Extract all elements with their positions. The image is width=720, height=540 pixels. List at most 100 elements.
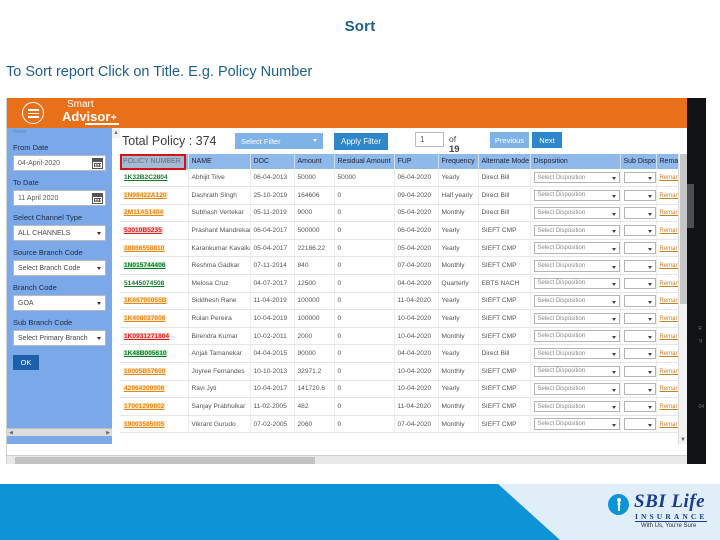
cell-policy-number[interactable]: 38866558810 (120, 239, 189, 258)
sub-branch-select[interactable]: Select Primary Branch (13, 330, 106, 346)
policy-number-link[interactable]: 42964309906 (123, 385, 166, 393)
column-header-doc[interactable]: DOC (250, 154, 295, 169)
cell-policy-number[interactable]: 1N015744406 (120, 256, 189, 276)
policy-number-link[interactable]: 19003585005 (123, 420, 166, 428)
sub-disposition-select[interactable] (623, 365, 655, 378)
sub-disposition-select[interactable] (623, 171, 655, 184)
column-header-sub-disposition[interactable]: Sub Disposition (620, 154, 657, 169)
cell-remark[interactable]: Remark (656, 397, 680, 416)
cell-disposition[interactable]: Select Disposition (530, 397, 621, 416)
previous-page-button[interactable]: Previous (490, 132, 529, 148)
select-filter-dropdown[interactable]: Select Filter (235, 133, 323, 149)
policy-number-link[interactable]: 1K408027606 (123, 315, 167, 323)
cell-sub-disposition[interactable] (620, 415, 657, 434)
next-page-button[interactable]: Next (532, 132, 562, 148)
cell-policy-number[interactable]: 10005B57600 (120, 362, 189, 381)
policy-number-link[interactable]: 38866558810 (123, 244, 166, 252)
window-horizontal-scrollbar[interactable] (7, 455, 698, 464)
disposition-select[interactable]: Select Disposition (533, 365, 619, 378)
cell-policy-number[interactable]: 42964309906 (120, 380, 189, 399)
column-header-disposition[interactable]: Disposition (530, 154, 621, 169)
cell-policy-number[interactable]: 1N98422A120 (120, 186, 189, 205)
cell-remark[interactable]: Remark (656, 415, 680, 434)
cell-policy-number[interactable]: 2M11A51404 (120, 204, 189, 223)
sub-disposition-select[interactable] (623, 383, 655, 395)
cell-remark[interactable]: Remark (656, 362, 680, 381)
cell-remark[interactable]: Remark (656, 169, 680, 188)
disposition-select[interactable]: Select Disposition (533, 400, 619, 413)
cell-policy-number[interactable]: 1K48B005610 (120, 344, 189, 364)
ok-button[interactable]: OK (13, 355, 39, 370)
cell-disposition[interactable]: Select Disposition (530, 239, 621, 258)
cell-disposition[interactable]: Select Disposition (530, 309, 621, 328)
cell-sub-disposition[interactable] (620, 256, 657, 276)
cell-remark[interactable]: Remark (656, 292, 680, 311)
cell-remark[interactable]: Remark (656, 221, 680, 240)
cell-disposition[interactable]: Select Disposition (530, 380, 621, 399)
scrollbar-thumb[interactable] (15, 457, 315, 464)
column-header-name[interactable]: NAME (188, 154, 251, 169)
cell-sub-disposition[interactable] (620, 221, 657, 240)
remark-link[interactable]: Remark (660, 263, 680, 269)
cell-policy-number[interactable]: 17001299802 (120, 397, 189, 416)
remark-link[interactable]: Remark (660, 334, 680, 340)
remark-link[interactable]: Remark (660, 228, 680, 234)
calendar-icon[interactable] (92, 158, 103, 169)
cell-policy-number[interactable]: 1K32B2C2804 (120, 169, 189, 188)
policy-number-link[interactable]: 1K48B005610 (123, 350, 168, 358)
remark-link[interactable]: Remark (660, 386, 680, 392)
cell-remark[interactable]: Remark (656, 344, 680, 364)
source-branch-select[interactable]: Select Branch Code (13, 260, 106, 276)
disposition-select[interactable]: Select Disposition (533, 277, 619, 290)
from-date-input[interactable]: 04-April-2020 (13, 155, 106, 171)
cell-disposition[interactable]: Select Disposition (530, 204, 621, 223)
cell-policy-number[interactable]: 19003585005 (120, 415, 189, 434)
cell-disposition[interactable]: Select Disposition (530, 344, 621, 364)
cell-sub-disposition[interactable] (620, 309, 657, 328)
cell-remark[interactable]: Remark (656, 380, 680, 399)
disposition-select[interactable]: Select Disposition (533, 242, 619, 254)
cell-sub-disposition[interactable] (620, 239, 657, 258)
sub-disposition-select[interactable] (623, 400, 655, 413)
remark-link[interactable]: Remark (660, 422, 680, 428)
cell-sub-disposition[interactable] (620, 327, 657, 346)
disposition-select[interactable]: Select Disposition (533, 347, 619, 360)
disposition-select[interactable]: Select Disposition (533, 260, 619, 272)
scroll-up-icon[interactable]: ▲ (112, 128, 120, 138)
remark-link[interactable]: Remark (660, 193, 680, 199)
to-date-input[interactable]: 11 April 2020 (13, 190, 106, 206)
scroll-down-icon[interactable]: ▼ (680, 437, 686, 443)
remark-link[interactable]: Remark (660, 404, 680, 410)
column-header-residual[interactable]: Residual Amount (334, 154, 395, 169)
disposition-select[interactable]: Select Disposition (533, 171, 619, 184)
remark-link[interactable]: Remark (660, 351, 680, 357)
cell-disposition[interactable]: Select Disposition (530, 327, 621, 346)
policy-number-link[interactable]: 10005B57600 (123, 367, 167, 375)
disposition-select[interactable]: Select Disposition (533, 418, 619, 430)
hamburger-menu-icon[interactable] (22, 102, 44, 124)
column-header-alternate-mode[interactable]: Alternate Mode (478, 154, 531, 169)
remark-link[interactable]: Remark (660, 210, 680, 216)
disposition-select[interactable]: Select Disposition (533, 295, 619, 307)
cell-sub-disposition[interactable] (620, 397, 657, 416)
cell-disposition[interactable]: Select Disposition (530, 256, 621, 276)
cell-sub-disposition[interactable] (620, 362, 657, 381)
remark-link[interactable]: Remark (660, 175, 680, 181)
policy-number-link[interactable]: 1K66790055B (123, 297, 168, 305)
sub-disposition-select[interactable] (623, 347, 655, 360)
cell-remark[interactable]: Remark (656, 309, 680, 328)
apply-filter-button[interactable]: Apply Filter (334, 133, 388, 150)
cell-disposition[interactable]: Select Disposition (530, 362, 621, 381)
cell-disposition[interactable]: Select Disposition (530, 186, 621, 205)
sidebar-horizontal-scrollbar[interactable]: ◀ ▶ (7, 428, 112, 436)
sub-disposition-select[interactable] (623, 418, 655, 430)
remark-link[interactable]: Remark (660, 298, 680, 304)
disposition-select[interactable]: Select Disposition (533, 189, 619, 202)
branch-code-select[interactable]: GOA (13, 295, 106, 311)
policy-number-link[interactable]: 1N015744406 (123, 262, 167, 270)
remark-link[interactable]: Remark (660, 281, 680, 287)
scroll-right-icon[interactable]: ▶ (106, 430, 110, 436)
scrollbar-thumb[interactable] (687, 184, 694, 228)
cell-sub-disposition[interactable] (620, 169, 657, 188)
cell-remark[interactable]: Remark (656, 239, 680, 258)
